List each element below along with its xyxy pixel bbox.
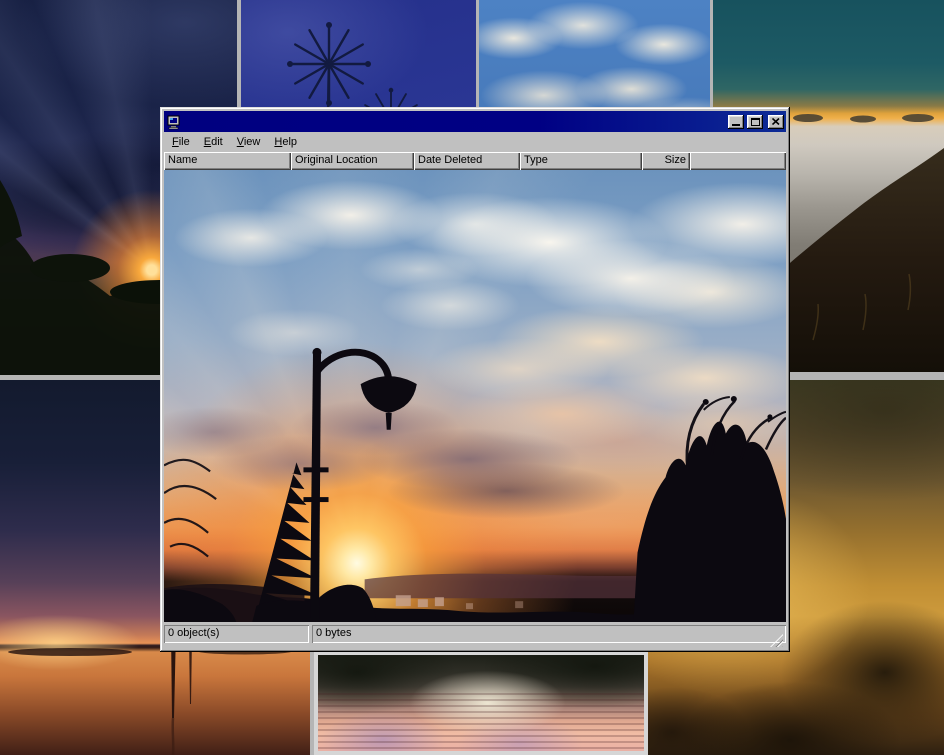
status-byte-count: 0 bytes <box>312 625 786 643</box>
column-header-date-deleted[interactable]: Date Deleted <box>414 152 520 170</box>
menu-edit[interactable]: Edit <box>197 134 230 150</box>
maximize-icon <box>751 118 760 126</box>
menu-bar: File Edit View Help <box>164 132 786 152</box>
maximize-button[interactable] <box>747 115 763 129</box>
column-header-original-location[interactable]: Original Location <box>291 152 414 170</box>
close-icon <box>772 118 780 125</box>
list-column-headers: Name Original Location Date Deleted Type… <box>164 152 786 170</box>
menu-file[interactable]: File <box>165 134 197 150</box>
minimize-icon <box>732 124 740 126</box>
wallpaper-tile-water-ripples <box>314 651 648 755</box>
computer-monitor-icon <box>166 114 182 130</box>
column-header-type[interactable]: Type <box>520 152 642 170</box>
list-view-empty-area[interactable] <box>164 170 786 622</box>
status-object-count: 0 object(s) <box>164 625 309 643</box>
column-header-blank[interactable] <box>690 152 786 170</box>
status-bar: 0 object(s) 0 bytes <box>164 622 786 648</box>
column-header-size[interactable]: Size <box>642 152 690 170</box>
window-titlebar[interactable] <box>164 111 786 132</box>
close-button[interactable] <box>768 115 784 129</box>
minimize-button[interactable] <box>728 115 744 129</box>
menu-help[interactable]: Help <box>267 134 304 150</box>
menu-view[interactable]: View <box>230 134 268 150</box>
recycle-bin-window: File Edit View Help Name Original Locati… <box>160 107 790 652</box>
client-wallpaper-sunset-photo <box>164 170 786 622</box>
column-header-name[interactable]: Name <box>164 152 291 170</box>
water-ripples-photo <box>318 655 644 751</box>
sunset-silhouettes <box>164 170 786 622</box>
